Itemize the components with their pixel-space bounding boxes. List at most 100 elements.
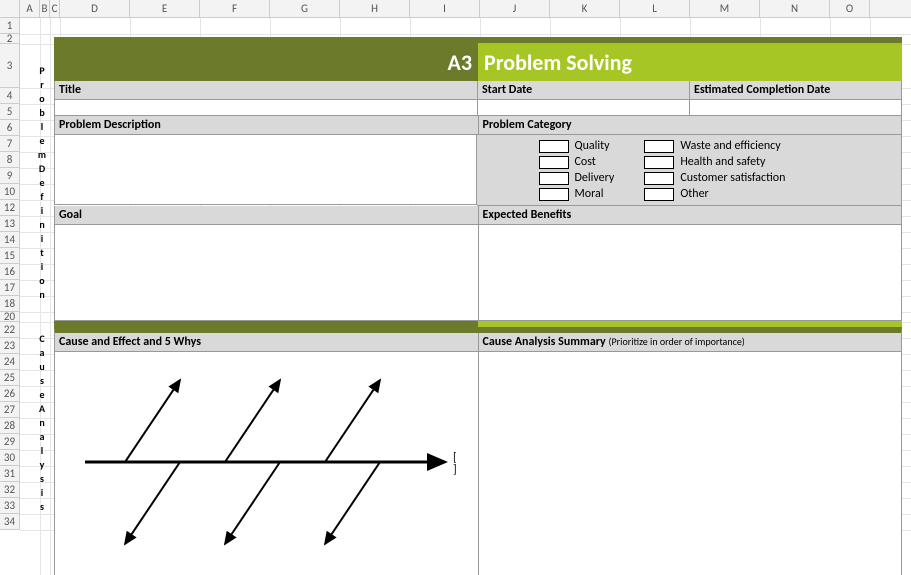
input-title[interactable] [54,100,478,116]
label-problem-description: Problem Description [54,116,479,135]
row-header-17[interactable]: 17 [0,280,19,296]
row-header-8[interactable]: 8 [0,152,19,168]
input-cause-summary[interactable] [479,352,902,575]
fishbone-area[interactable]: [ ] [55,352,478,575]
col-header-B[interactable]: B [40,0,50,17]
row-header-15[interactable]: 15 [0,248,19,264]
row-header-32[interactable]: 32 [0,482,19,498]
category-label: Delivery [575,171,615,185]
bracket-close: ] [453,464,457,476]
category-checkbox[interactable] [644,188,674,201]
label-cause-summary-sub: (Prioritize in order of importance) [608,335,744,348]
category-delivery: Delivery [539,171,615,185]
label-cause-effect: Cause and Effect and 5 Whys [55,333,478,352]
row-header-2[interactable]: 2 [0,34,19,44]
side-label-cause-analysis: C a u s e A n a l y s i s [34,332,50,514]
row-header-3[interactable]: 3 [0,44,19,88]
row-header-25[interactable]: 25 [0,370,19,386]
row-header-13[interactable]: 13 [0,216,19,232]
row-header-6[interactable]: 6 [0,120,19,136]
col-header-J[interactable]: J [480,0,550,17]
row-header-10[interactable]: 10 [0,184,19,200]
category-health-and-safety: Health and safety [644,155,785,169]
header-left: A3 [54,43,478,81]
row-header-27[interactable]: 27 [0,402,19,418]
row-header-33[interactable]: 33 [0,498,19,514]
row-header-26[interactable]: 26 [0,386,19,402]
col-header-M[interactable]: M [690,0,760,17]
label-goal: Goal [54,206,479,225]
col-header-D[interactable]: D [60,0,130,17]
category-moral: Moral [539,187,615,201]
row-header-14[interactable]: 14 [0,232,19,248]
sheet-content: P r o b l e m D e f i n i t i o n C a u … [20,18,911,575]
category-checkbox[interactable] [539,188,569,201]
label-start-date: Start Date [478,81,690,100]
row-headers: 1234567891012131415161718202223242526272… [0,18,20,530]
row-header-16[interactable]: 16 [0,264,19,280]
col-header-K[interactable]: K [550,0,620,17]
problem-category-area: Quality Cost Delivery Moral Waste and effic… [477,135,903,206]
row-header-9[interactable]: 9 [0,168,19,184]
row-header-5[interactable]: 5 [0,104,19,120]
row-header-30[interactable]: 30 [0,450,19,466]
category-waste-and-efficiency: Waste and efficiency [644,139,785,153]
col-header-L[interactable]: L [620,0,690,17]
category-checkbox[interactable] [539,172,569,185]
fishbone-diagram-icon [65,362,465,562]
input-expected-benefits[interactable] [479,225,903,321]
category-customer-satisfaction: Customer satisfaction [644,171,785,185]
col-header-O[interactable]: O [830,0,870,17]
input-goal[interactable] [54,225,479,321]
row-header-20[interactable]: 20 [0,312,19,322]
category-other: Other [644,187,785,201]
category-checkbox[interactable] [539,140,569,153]
category-label: Cost [575,155,596,169]
category-checkbox[interactable] [644,156,674,169]
col-header-G[interactable]: G [270,0,340,17]
label-cause-summary-text: Cause Analysis Summary [483,335,606,349]
side-label-problem-definition: P r o b l e m D e f i n i t i o n [34,64,50,302]
row-header-23[interactable]: 23 [0,338,19,354]
category-checkbox[interactable] [644,172,674,185]
row-header-31[interactable]: 31 [0,466,19,482]
row-header-22[interactable]: 22 [0,322,19,338]
row-header-29[interactable]: 29 [0,434,19,450]
column-headers: ABCDEFGHIJKLMNO [0,0,911,18]
col-header-A[interactable]: A [20,0,40,17]
category-label: Moral [575,187,604,201]
category-checkbox[interactable] [539,156,569,169]
spreadsheet: ABCDEFGHIJKLMNO 123456789101213141516171… [0,0,911,575]
label-expected-benefits: Expected Benefits [479,206,903,225]
problem-definition-block: A3 Problem Solving Title Start Date Esti… [54,37,902,327]
col-header-H[interactable]: H [340,0,410,17]
category-label: Other [680,187,708,201]
row-header-24[interactable]: 24 [0,354,19,370]
row-header-7[interactable]: 7 [0,136,19,152]
category-label: Health and safety [680,155,765,169]
col-header-F[interactable]: F [200,0,270,17]
input-est-completion[interactable] [690,100,902,116]
row-header-4[interactable]: 4 [0,88,19,104]
col-header-I[interactable]: I [410,0,480,17]
category-label: Customer satisfaction [680,171,785,185]
category-label: Quality [575,139,610,153]
label-title: Title [54,81,478,100]
header-right: Problem Solving [478,43,902,81]
category-label: Waste and efficiency [680,139,780,153]
col-header-C[interactable]: C [50,0,60,17]
row-header-12[interactable]: 12 [0,200,19,216]
input-problem-description[interactable] [54,135,477,205]
category-checkbox[interactable] [644,140,674,153]
category-quality: Quality [539,139,615,153]
col-header-E[interactable]: E [130,0,200,17]
row-header-34[interactable]: 34 [0,514,19,530]
label-est-completion: Estimated Completion Date [690,81,902,100]
input-start-date[interactable] [478,100,690,116]
row-header-28[interactable]: 28 [0,418,19,434]
col-header-N[interactable]: N [760,0,830,17]
label-problem-category: Problem Category [479,116,903,135]
category-cost: Cost [539,155,615,169]
cause-analysis-block: Cause and Effect and 5 Whys [54,327,902,575]
label-cause-summary: Cause Analysis Summary (Prioritize in or… [479,333,902,352]
